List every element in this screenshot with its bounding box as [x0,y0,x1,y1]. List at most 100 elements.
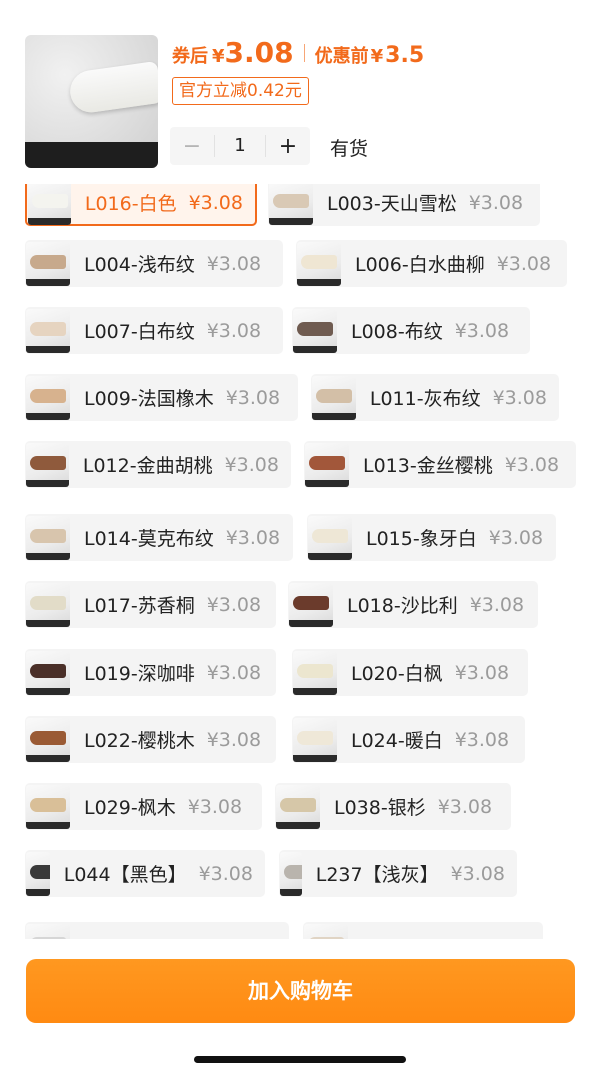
option-swatch-image [312,375,356,420]
option-name: L004-浅布纹 [84,254,195,276]
color-option[interactable]: L029-枫木 ¥3.08 [25,783,262,830]
option-price: ¥3.08 [468,191,524,214]
color-option[interactable]: L018-沙比利 ¥3.08 [288,581,538,628]
option-price: ¥3.08 [225,386,281,409]
option-name: L019-深咖啡 [84,663,195,685]
option-name: L013-金丝樱桃 [363,455,493,477]
option-name: L038-银杉 [334,797,426,819]
option-swatch-image [26,851,50,896]
option-price: ¥3.08 [454,728,510,751]
color-option[interactable]: L044【黑色】 ¥3.08 [25,850,265,897]
option-swatch-image [293,650,337,695]
option-swatch-image [269,184,313,225]
color-option[interactable]: L020-白枫 ¥3.08 [292,649,528,696]
color-option[interactable]: L014-莫克布纹 ¥3.08 [25,514,293,561]
option-price: ¥3.08 [454,661,510,684]
swatch-label-strip [289,619,333,627]
crayon-swatch [30,321,66,336]
color-option[interactable]: L012-金曲胡桃 ¥3.08 [25,441,291,488]
crayon-swatch [30,730,66,745]
option-swatch-image [305,442,349,487]
swatch-label-strip [26,619,70,627]
option-swatch-image [26,308,70,353]
crayon-swatch [30,864,50,879]
option-name: L014-莫克布纹 [84,528,214,550]
option-price: ¥3.08 [187,795,243,818]
option-swatch-image [280,851,302,896]
option-swatch-image [26,650,70,695]
option-name: L044【黑色】 [63,864,187,886]
crayon-swatch [297,730,333,745]
sku-header: 券后 ¥ 3.08 优惠前 ¥ 3.5 官方立减0.42元 − 1 + 有货 [0,0,600,184]
option-price: ¥3.08 [206,728,262,751]
add-to-cart-button[interactable]: 加入购物车 [26,959,575,1023]
color-option[interactable]: L038-银杉 ¥3.08 [275,783,511,830]
option-name: L020-白枫 [351,663,443,685]
option-price: ¥3.08 [206,252,262,275]
option-name: L015-象牙白 [366,528,477,550]
option-name: L009-法国橡木 [84,388,214,410]
color-option[interactable]: L019-深咖啡 ¥3.08 [25,649,276,696]
crayon-swatch [273,193,309,208]
swatch-label-strip [297,278,341,286]
color-option[interactable] [25,922,289,939]
swatch-label-strip [26,479,69,487]
option-swatch-image [26,442,69,487]
option-price: ¥3.08 [206,661,262,684]
quantity-value[interactable]: 1 [214,135,266,157]
swatch-label-strip [293,754,337,762]
option-swatch-image [304,923,348,939]
swatch-label-strip [269,217,313,225]
color-option[interactable]: L016-白色 ¥3.08 [25,184,257,226]
color-option[interactable]: L007-白布纹 ¥3.08 [25,307,283,354]
option-price: ¥3.08 [206,593,262,616]
option-name: L029-枫木 [84,797,176,819]
option-name: L016-白色 [84,193,177,215]
crayon-swatch [32,193,68,208]
increase-button[interactable]: + [266,134,310,159]
price-divider [303,43,305,62]
option-swatch-image [26,515,70,560]
option-price: ¥3.08 [225,526,281,549]
product-thumbnail[interactable] [25,35,158,168]
color-option[interactable]: L022-樱桃木 ¥3.08 [25,716,276,763]
crayon-swatch [293,595,329,610]
option-price: ¥3.08 [488,526,544,549]
coupon-label: 券后 [172,46,208,67]
color-option[interactable]: L003-天山雪松 ¥3.08 [268,184,540,226]
swatch-label-strip [305,479,349,487]
crayon-swatch [284,864,302,879]
thumbnail-caption-bar [25,142,158,168]
swatch-label-strip [26,821,70,829]
color-option[interactable]: L004-浅布纹 ¥3.08 [25,240,283,287]
decrease-button[interactable]: − [170,134,214,159]
crayon-swatch [30,797,66,812]
option-price: ¥3.08 [450,862,505,885]
color-option[interactable]: L009-法国橡木 ¥3.08 [25,374,298,421]
swatch-label-strip [26,552,70,560]
color-option[interactable]: L024-暖白 ¥3.08 [292,716,525,763]
stock-status: 有货 [330,138,369,160]
color-option[interactable]: L015-象牙白 ¥3.08 [307,514,556,561]
color-option[interactable]: L008-布纹 ¥3.08 [292,307,530,354]
color-option[interactable]: L013-金丝樱桃 ¥3.08 [304,441,576,488]
option-swatch-image [26,241,70,286]
option-name: L008-布纹 [351,321,443,343]
before-discount-label: 优惠前 [314,46,369,67]
option-price: ¥3.08 [437,795,493,818]
color-option[interactable]: L237【浅灰】 ¥3.08 [279,850,517,897]
discount-badge: 官方立减0.42元 [172,77,309,105]
swatch-label-strip [26,888,50,896]
option-name: L022-樱桃木 [84,730,195,752]
option-price: ¥3.08 [504,453,560,476]
option-price: ¥3.08 [496,252,552,275]
price-line: 券后 ¥ 3.08 优惠前 ¥ 3.5 [172,36,424,69]
crayon-swatch [309,455,345,470]
color-option[interactable]: L011-灰布纹 ¥3.08 [311,374,559,421]
color-option[interactable] [303,922,543,939]
color-option[interactable]: L017-苏香桐 ¥3.08 [25,581,276,628]
before-discount-price: 3.5 [385,43,425,68]
color-option[interactable]: L006-白水曲柳 ¥3.08 [296,240,567,287]
option-name: L007-白布纹 [84,321,195,343]
crayon-swatch [30,528,66,543]
